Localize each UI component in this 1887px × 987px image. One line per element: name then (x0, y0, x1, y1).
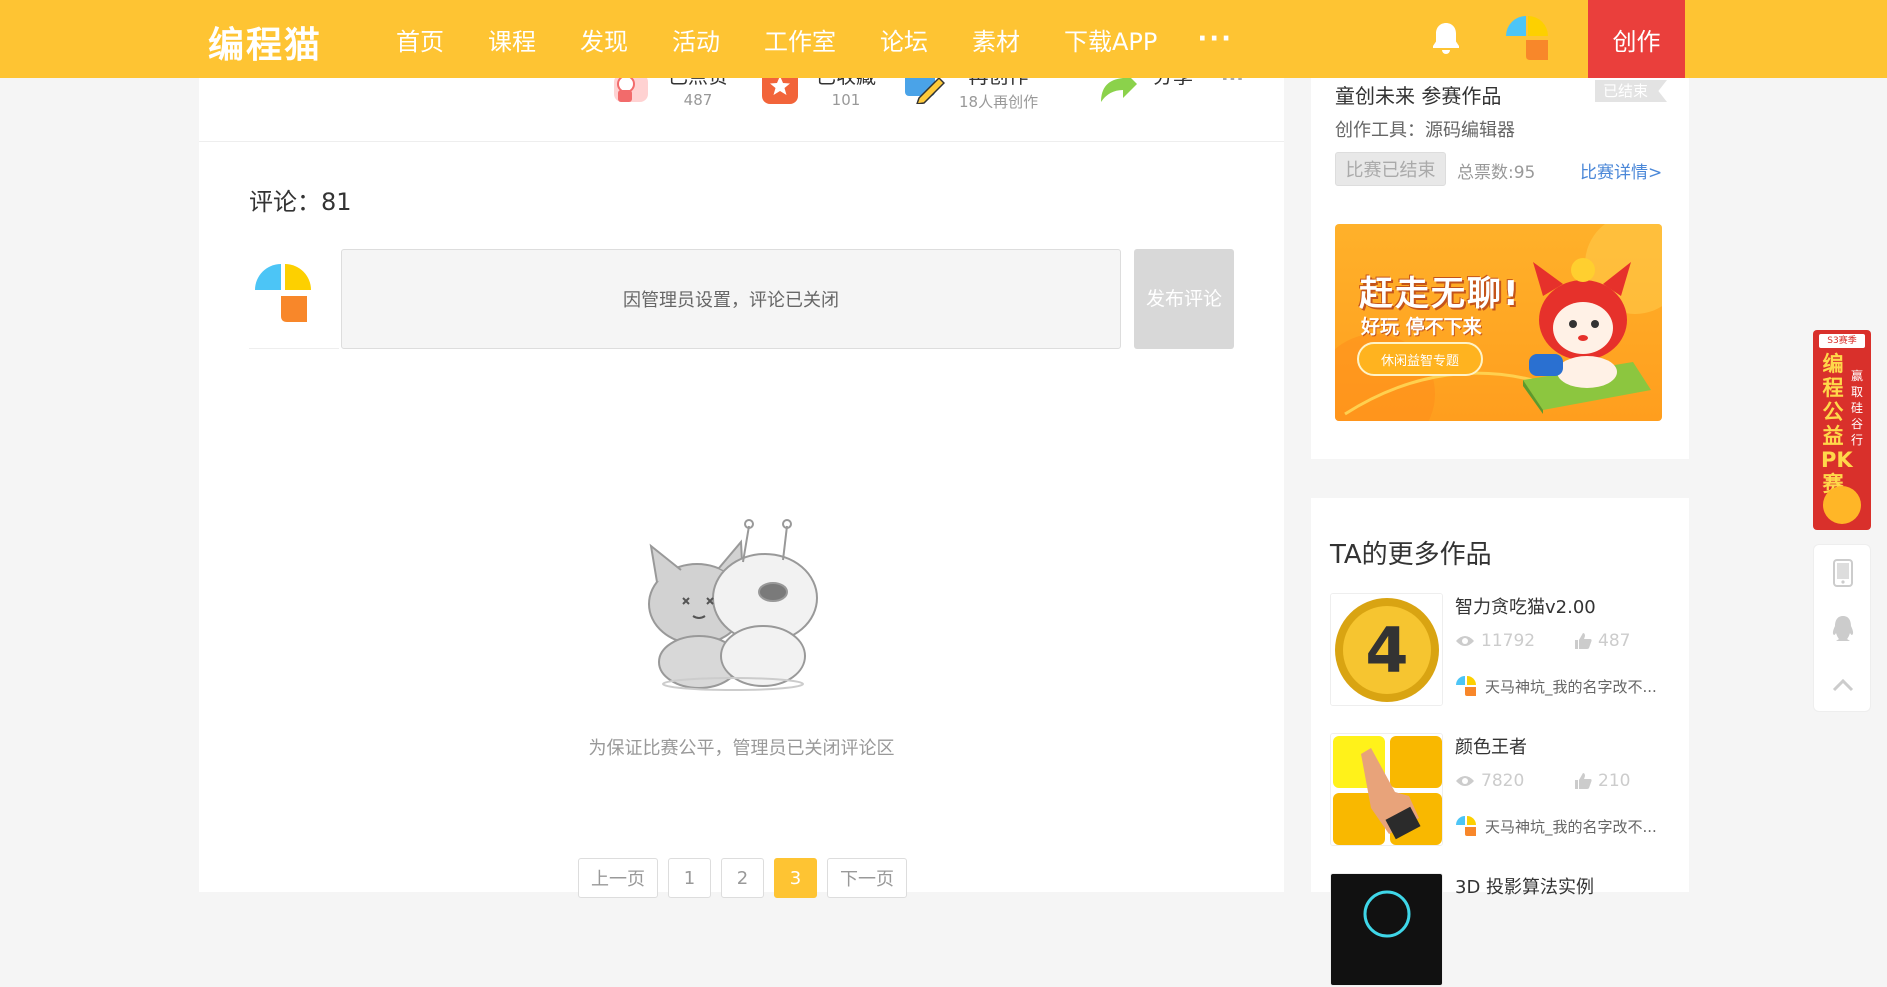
3d-projection-icon (1331, 874, 1442, 985)
nav-discover[interactable]: 发现 (580, 22, 628, 57)
qq-button[interactable] (1814, 601, 1872, 657)
next-page-button[interactable]: 下一页 (827, 858, 907, 898)
like-stat: 487 (1574, 631, 1630, 651)
ended-flag: 已结束 (1595, 80, 1667, 102)
svg-text:4: 4 (1365, 614, 1408, 687)
banner-pill: 休闲益智专题 (1357, 342, 1483, 376)
floating-toolbar (1813, 544, 1871, 712)
pagination: 上一页 1 2 3 下一页 (578, 858, 917, 898)
work-author[interactable]: 天马神坑_我的名字改不... (1455, 815, 1657, 837)
eye-icon (1456, 636, 1474, 646)
more-works-title: TA的更多作品 (1330, 540, 1492, 570)
creation-tool: 创作工具：源码编辑器 (1335, 120, 1515, 141)
gold-coin-4-icon: 4 (1331, 594, 1442, 705)
work-item[interactable]: 4 智力贪吃猫v2.00 11792 487 天马神坑_我的名字改不... (1330, 593, 1680, 707)
work-item[interactable]: 颜色王者 7820 210 天马神坑_我的名字改不... (1330, 733, 1680, 847)
comments-closed-message: 为保证比赛公平，管理员已关闭评论区 (588, 738, 895, 759)
like-count: 210 (1598, 771, 1631, 791)
thumbs-up-icon (1575, 773, 1592, 789)
author-name: 天马神坑_我的名字改不... (1485, 677, 1657, 696)
casual-games-banner[interactable]: 赶走无聊! 好玩 停不下来 休闲益智专题 (1335, 224, 1662, 421)
main-panel: 已点赞 487 已收藏 101 再创作 18人再创作 (199, 0, 1284, 898)
commenter-avatar (255, 264, 311, 322)
author-avatar (1456, 676, 1476, 696)
nav-forum[interactable]: 论坛 (880, 22, 928, 57)
nav-home[interactable]: 首页 (396, 22, 444, 57)
like-count: 487 (1598, 631, 1631, 651)
page-1[interactable]: 1 (668, 858, 711, 898)
promo-mascot-icon (1823, 486, 1861, 524)
author-name: 天马神坑_我的名字改不... (1485, 817, 1657, 836)
view-count: 11792 (1481, 631, 1536, 651)
view-count: 7820 (1481, 771, 1525, 791)
contest-ended-badge: 比赛已结束 (1335, 152, 1446, 186)
work-thumbnail[interactable] (1330, 873, 1443, 986)
nav-courses[interactable]: 课程 (488, 22, 536, 57)
work-name[interactable]: 颜色王者 (1455, 733, 1527, 759)
contest-name: 童创未来 参赛作品 (1335, 84, 1502, 108)
top-header: 编程猫 首页 课程 发现 活动 工作室 论坛 素材 下载APP ··· 创作 (0, 0, 1887, 78)
view-stat: 7820 (1455, 771, 1524, 791)
eye-icon (1456, 776, 1474, 786)
work-thumbnail[interactable]: 4 (1330, 593, 1443, 706)
page-2[interactable]: 2 (721, 858, 764, 898)
work-name[interactable]: 3D 投影算法实例 (1455, 873, 1594, 899)
mascot-cat-icon (1523, 258, 1651, 414)
season-tag: S3赛季 (1819, 334, 1865, 348)
work-item[interactable]: 3D 投影算法实例 (1330, 873, 1680, 987)
more-works-card: TA的更多作品 4 智力贪吃猫v2.00 11792 487 天马神坑_我的名字… (1311, 498, 1689, 986)
avatar-divider (249, 348, 339, 349)
nav-events[interactable]: 活动 (672, 22, 720, 57)
work-name[interactable]: 智力贪吃猫v2.00 (1455, 593, 1596, 619)
create-button[interactable]: 创作 (1588, 0, 1685, 78)
chevron-up-icon (1832, 678, 1854, 692)
pk-contest-promo[interactable]: S3赛季 编程公益PK赛 赢取硅谷行 (1813, 330, 1871, 530)
vote-total: 总票数:95 (1457, 163, 1536, 183)
like-stat: 210 (1574, 771, 1630, 791)
prev-page-button[interactable]: 上一页 (578, 858, 658, 898)
mobile-app-button[interactable] (1814, 545, 1872, 601)
comment-count-title: 评论：81 (249, 188, 352, 216)
qq-penguin-icon (1832, 616, 1854, 641)
like-count: 487 (683, 91, 713, 109)
contest-details-link[interactable]: 比赛详情> (1580, 158, 1662, 183)
site-logo[interactable]: 编程猫 (208, 16, 322, 68)
mobile-phone-icon (1833, 559, 1853, 587)
bell-icon[interactable] (1430, 20, 1462, 56)
work-author[interactable]: 天马神坑_我的名字改不... (1455, 675, 1657, 697)
favorite-count: 101 (831, 91, 861, 109)
page-3-current[interactable]: 3 (774, 858, 817, 898)
nav-studio[interactable]: 工作室 (764, 22, 836, 57)
user-avatar[interactable] (1504, 14, 1550, 62)
view-stat: 11792 (1455, 631, 1535, 651)
empty-cats-illustration (648, 519, 818, 691)
comment-input-disabled: 因管理员设置，评论已关闭 (341, 249, 1121, 349)
back-to-top-button[interactable] (1814, 657, 1872, 713)
thumbs-up-icon (1575, 633, 1592, 649)
nav-assets[interactable]: 素材 (972, 22, 1020, 57)
banner-title: 赶走无聊! (1359, 274, 1521, 314)
author-avatar (1456, 816, 1476, 836)
banner-subtitle: 好玩 停不下来 (1361, 316, 1482, 338)
color-king-icon (1331, 734, 1442, 845)
work-thumbnail[interactable] (1330, 733, 1443, 846)
main-nav: 首页 课程 发现 活动 工作室 论坛 素材 下载APP ··· (396, 0, 1233, 78)
nav-download-app[interactable]: 下载APP (1064, 22, 1157, 57)
publish-comment-button[interactable]: 发布评论 (1134, 249, 1234, 349)
promo-side-text: 赢取硅谷行 (1850, 369, 1863, 447)
nav-more-icon[interactable]: ··· (1197, 24, 1233, 54)
promo-main-text: 编程公益PK赛 (1821, 352, 1853, 496)
remix-count: 18人再创作 (959, 93, 1039, 111)
